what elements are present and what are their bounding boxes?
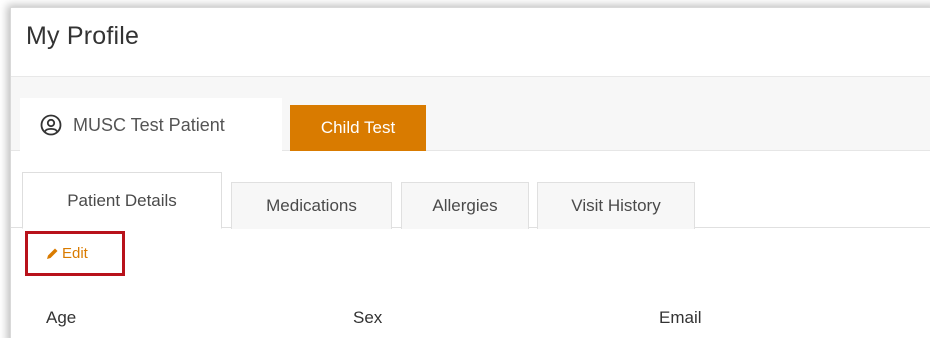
edit-label: Edit <box>62 245 88 262</box>
profile-tabs: Patient Details Medications Allergies Vi… <box>11 151 930 229</box>
tab-medications[interactable]: Medications <box>231 182 392 229</box>
sex-label: Sex <box>353 308 383 327</box>
page-title: My Profile <box>26 22 140 50</box>
patient-tab-child[interactable]: Child Test <box>290 105 426 151</box>
tab-patient-details[interactable]: Patient Details <box>22 172 222 229</box>
page-header: My Profile <box>11 8 930 77</box>
age-label: Age <box>46 308 77 327</box>
pencil-icon <box>46 247 59 260</box>
user-circle-icon <box>40 114 62 136</box>
patient-selector: MUSC Test Patient Child Test <box>11 77 930 152</box>
patient-tab-primary[interactable]: MUSC Test Patient <box>20 98 282 152</box>
email-label: Email <box>659 308 702 327</box>
patient-name-label: MUSC Test Patient <box>73 114 225 135</box>
profile-window: My Profile MUSC Test Patient Child Test … <box>10 7 930 338</box>
tab-allergies[interactable]: Allergies <box>401 182 529 229</box>
edit-button[interactable]: Edit <box>25 231 125 276</box>
tab-visit-history[interactable]: Visit History <box>537 182 695 229</box>
